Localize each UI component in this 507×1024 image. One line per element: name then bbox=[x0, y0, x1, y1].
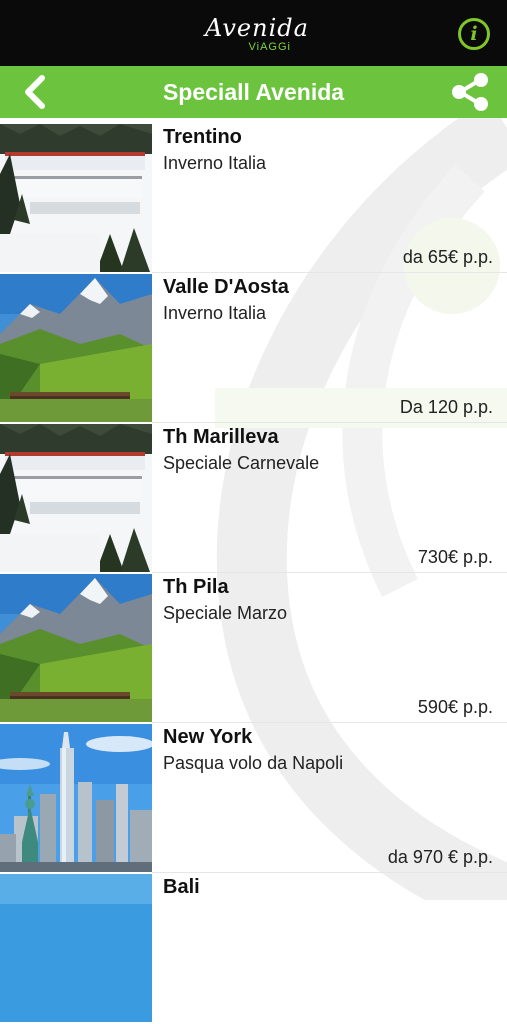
back-arrow-icon[interactable] bbox=[18, 72, 54, 112]
divider bbox=[152, 872, 507, 873]
list-item[interactable]: Valle D'Aosta Inverno Italia Da 120 p.p. bbox=[0, 274, 507, 424]
list-item[interactable]: New York Pasqua volo da Napoli da 970 € … bbox=[0, 724, 507, 874]
item-title: Trentino bbox=[163, 126, 242, 148]
page-title: Speciall Avenida bbox=[162, 79, 345, 105]
avenida-viaggi-logo: Avenida ViAGGi bbox=[205, 10, 309, 58]
item-title: New York bbox=[163, 726, 253, 748]
item-subtitle: Speciale Carnevale bbox=[163, 453, 320, 473]
item-price: Da 120 p.p. bbox=[399, 397, 493, 417]
item-subtitle: Pasqua volo da Napoli bbox=[163, 753, 344, 773]
list-item[interactable]: Th Pila Speciale Marzo 590€ p.p. bbox=[0, 574, 507, 724]
mountain-valley-image bbox=[0, 574, 152, 722]
list-item[interactable]: Bali bbox=[0, 874, 507, 1024]
item-price: 590€ p.p. bbox=[417, 697, 493, 717]
item-title: Th Marilleva bbox=[163, 426, 279, 448]
mountain-valley-image bbox=[0, 274, 152, 422]
ski-resort-image bbox=[0, 424, 152, 572]
divider bbox=[152, 722, 507, 723]
divider bbox=[152, 422, 507, 423]
new-york-skyline-image bbox=[0, 724, 152, 872]
logo-main-text: Avenida bbox=[205, 14, 309, 42]
item-title: Valle D'Aosta bbox=[163, 276, 289, 298]
item-subtitle: Inverno Italia bbox=[163, 303, 267, 323]
app-header: Avenida ViAGGi i bbox=[0, 0, 507, 66]
nav-bar: Speciall Avenida bbox=[0, 66, 507, 118]
divider bbox=[152, 572, 507, 573]
item-subtitle: Inverno Italia bbox=[163, 153, 267, 173]
item-price: da 65€ p.p. bbox=[402, 247, 493, 267]
item-title: Bali bbox=[163, 876, 200, 898]
logo-sub-text: ViAGGi bbox=[248, 41, 291, 53]
share-icon[interactable] bbox=[448, 72, 492, 112]
list-item[interactable]: Th Marilleva Speciale Carnevale 730€ p.p… bbox=[0, 424, 507, 574]
item-subtitle: Speciale Marzo bbox=[163, 603, 288, 623]
divider bbox=[152, 272, 507, 273]
list-item[interactable]: Trentino Inverno Italia da 65€ p.p. bbox=[0, 124, 507, 274]
item-price: 730€ p.p. bbox=[417, 547, 493, 567]
ski-resort-image bbox=[0, 124, 152, 272]
item-price: da 970 € p.p. bbox=[387, 847, 493, 867]
beach-image bbox=[0, 874, 152, 1022]
item-title: Th Pila bbox=[163, 576, 229, 598]
info-icon[interactable]: i bbox=[458, 18, 490, 50]
